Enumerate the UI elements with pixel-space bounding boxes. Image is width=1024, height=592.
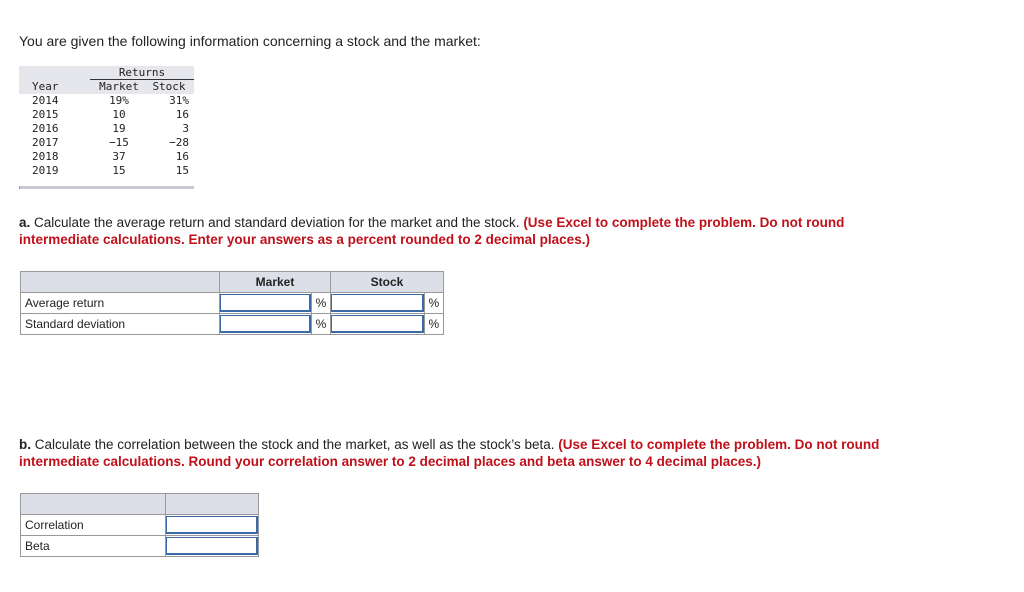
table-row: 2016 19 3 [19, 122, 194, 136]
correlation-input[interactable] [166, 516, 258, 534]
standard-deviation-market-input[interactable] [220, 315, 311, 333]
part-b-label: b. [19, 437, 31, 452]
market-cell: 10 [112, 108, 126, 121]
percent-unit: % [311, 313, 331, 335]
year-cell: 2014 [32, 94, 59, 107]
col-header-year: Year [32, 80, 59, 93]
table-scrollbar [19, 186, 194, 189]
table-row: 2017 −15 −28 [19, 136, 194, 150]
returns-group-header: Returns [90, 67, 194, 80]
stock-cell: 3 [182, 122, 189, 135]
year-cell: 2016 [32, 122, 59, 135]
market-cell: −15 [109, 136, 129, 149]
blank-header [165, 493, 259, 515]
beta-label: Beta [20, 535, 166, 557]
standard-deviation-row: Standard deviation % % [20, 313, 445, 335]
stock-cell: 16 [175, 108, 189, 121]
average-return-row: Average return % % [20, 292, 445, 314]
table-row: 2019 15 15 [19, 164, 194, 178]
percent-unit: % [423, 313, 445, 335]
part-a-answer-table: Market Stock Average return % % Standard… [20, 271, 445, 335]
percent-unit: % [423, 292, 445, 314]
correlation-label: Correlation [20, 514, 166, 536]
year-cell: 2018 [32, 150, 59, 163]
col-header-stock: Stock [152, 80, 186, 93]
blank-header [20, 271, 220, 293]
market-cell: 15 [112, 164, 126, 177]
blank-header [20, 493, 166, 515]
stock-header: Stock [330, 271, 444, 293]
intro-text: You are given the following information … [19, 33, 481, 49]
market-cell: 19% [109, 94, 129, 107]
part-b-text: Calculate the correlation between the st… [31, 437, 559, 452]
beta-row: Beta [20, 535, 259, 557]
stock-cell: 31% [169, 94, 189, 107]
standard-deviation-stock-input[interactable] [331, 315, 424, 333]
part-b-question: b. Calculate the correlation between the… [19, 436, 899, 470]
stock-cell: 15 [175, 164, 189, 177]
part-a-text: Calculate the average return and standar… [30, 215, 524, 230]
part-a-label: a. [19, 215, 31, 230]
stock-cell: 16 [175, 150, 189, 163]
table-row: 2015 10 16 [19, 108, 194, 122]
beta-input[interactable] [166, 537, 258, 555]
percent-unit: % [311, 292, 331, 314]
market-cell: 37 [112, 150, 126, 163]
year-cell: 2015 [32, 108, 59, 121]
average-return-label: Average return [20, 292, 220, 314]
year-cell: 2017 [32, 136, 59, 149]
correlation-row: Correlation [20, 514, 259, 536]
part-b-answer-table: Correlation Beta [20, 493, 259, 557]
stock-cell: −28 [169, 136, 189, 149]
table-row: 2018 37 16 [19, 150, 194, 164]
part-a-question: a. Calculate the average return and stan… [19, 214, 899, 248]
average-return-stock-input[interactable] [331, 294, 424, 312]
standard-deviation-label: Standard deviation [20, 313, 220, 335]
year-cell: 2019 [32, 164, 59, 177]
returns-table: Returns Year Market Stock 2014 19% 31% 201… [19, 66, 194, 189]
market-cell: 19 [112, 122, 126, 135]
col-header-market: Market [99, 80, 139, 93]
average-return-market-input[interactable] [220, 294, 311, 312]
market-header: Market [219, 271, 331, 293]
table-row: 2014 19% 31% [19, 94, 194, 108]
